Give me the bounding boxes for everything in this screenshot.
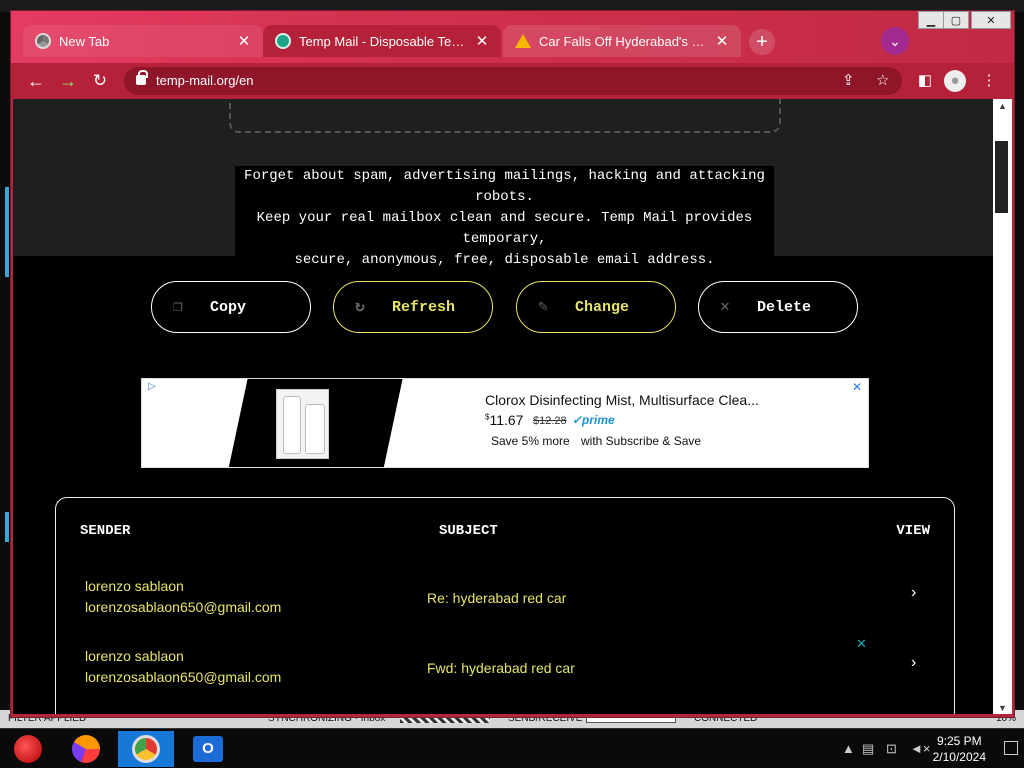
inbox-table: SENDER SUBJECT VIEW lorenzo sablaon lore… [55, 497, 955, 714]
reload-icon[interactable]: ↻ [89, 70, 111, 92]
close-icon[interactable]: ✕ [473, 32, 491, 50]
scroll-up-icon[interactable]: ▲ [998, 101, 1007, 111]
message-row[interactable]: lorenzo sablaon lorenzosablaon650@gmail.… [56, 578, 956, 638]
browser-window: New Tab ✕ Temp Mail - Disposable Tempora… [10, 10, 1015, 718]
more-menu-icon[interactable]: ⋮ [978, 70, 1000, 92]
ad-save-text: Save 5% more [491, 434, 570, 448]
notification-icon[interactable] [1004, 741, 1018, 755]
product-image[interactable] [276, 389, 329, 459]
chrome-icon [35, 33, 51, 49]
page-scrollbar[interactable]: ▲ ▼ [993, 99, 1012, 714]
system-clock[interactable]: 9:25 PM 2/10/2024 [933, 733, 986, 765]
desktop-accent-mark [5, 512, 9, 542]
side-panel-icon[interactable]: ◧ [914, 70, 936, 92]
scroll-down-icon[interactable]: ▼ [998, 703, 1007, 713]
forward-arrow-icon[interactable]: → [57, 70, 79, 92]
bookmark-star-icon[interactable]: ☆ [876, 67, 889, 95]
taskbar-chrome[interactable] [118, 731, 174, 767]
chevron-right-icon[interactable]: › [911, 654, 916, 672]
close-icon[interactable]: ✕ [235, 32, 253, 50]
desktop-accent-mark [5, 187, 9, 277]
delete-button[interactable]: ✕ Delete [698, 281, 858, 333]
tagline-line: Keep your real mailbox clean and secure.… [256, 210, 753, 247]
tray-arrow-icon[interactable]: ▲ [842, 741, 855, 756]
back-arrow-icon[interactable]: ← [25, 70, 47, 92]
url-text: temp-mail.org/en [156, 73, 254, 88]
column-header-view: VIEW [896, 523, 930, 539]
copy-label: Copy [210, 298, 247, 316]
sender-email: lorenzosablaon650@gmail.com [85, 599, 282, 615]
tab-car-falls[interactable]: Car Falls Off Hyderabad's Biodiversity F… [503, 25, 741, 57]
chrome-icon [132, 735, 160, 763]
tray-action-center-icon[interactable]: ▤ [862, 741, 874, 757]
change-button[interactable]: ✎ Change [516, 281, 676, 333]
refresh-label: Refresh [392, 298, 456, 316]
clock-date: 2/10/2024 [932, 750, 986, 764]
sender-name: lorenzo sablaon [85, 578, 184, 594]
sender-email: lorenzosablaon650@gmail.com [85, 669, 282, 685]
profile-avatar-icon[interactable]: ● [944, 70, 966, 92]
ad-close-icon[interactable]: ✕ [852, 380, 862, 394]
chevron-right-icon[interactable]: › [911, 584, 916, 602]
refresh-button[interactable]: ↻ Refresh [333, 281, 493, 333]
prime-badge: ✓prime [572, 413, 615, 427]
start-orb-icon [14, 735, 42, 763]
page-viewport: Forget about spam, advertising mailings,… [13, 99, 993, 714]
hero-section: Forget about spam, advertising mailings,… [13, 99, 993, 271]
share-icon[interactable]: ⇪ [842, 67, 855, 95]
scroll-thumb[interactable] [995, 141, 1008, 213]
firefox-icon [72, 735, 100, 763]
pen-icon: ✎ [538, 298, 548, 316]
new-tab-button[interactable]: + [749, 29, 775, 55]
ad-price: $11.67 [485, 412, 523, 428]
close-window-button[interactable]: ✕ [971, 11, 1011, 29]
tagline-line: Forget about spam, advertising mailings,… [244, 168, 765, 205]
outlook-icon: O [193, 736, 223, 762]
ad-subscribe-text: with Subscribe & Save [581, 434, 702, 448]
maximize-button[interactable]: ▢ [943, 11, 969, 29]
copy-button[interactable]: ❐ Copy [151, 281, 311, 333]
tab-label: Car Falls Off Hyderabad's Biodiversity F… [539, 33, 713, 49]
volume-muted-icon[interactable]: ◄× [910, 741, 930, 756]
column-header-sender: SENDER [80, 523, 131, 539]
sender-name: lorenzo sablaon [85, 648, 184, 664]
ad-title[interactable]: Clorox Disinfecting Mist, Multisurface C… [485, 392, 759, 408]
ad-banner[interactable]: ▷ Clorox Disinfecting Mist, Multisurface… [141, 378, 869, 468]
taskbar-firefox[interactable] [58, 731, 114, 767]
ad-old-price: $12.28 [533, 415, 567, 427]
message-subject[interactable]: Re: hyderabad red car [427, 590, 566, 606]
news-site-icon [515, 34, 531, 48]
delete-x-icon: ✕ [720, 298, 730, 316]
lock-icon [136, 70, 148, 85]
ad-choices-icon[interactable]: ▷ [148, 381, 156, 392]
tab-strip: New Tab ✕ Temp Mail - Disposable Tempora… [11, 11, 1014, 63]
taskbar-outlook[interactable]: O [180, 731, 236, 767]
tab-search-chevron-icon[interactable]: ⌄ [881, 27, 909, 55]
tab-temp-mail[interactable]: Temp Mail - Disposable Temporary Email ✕ [263, 25, 501, 57]
price-value: 11.67 [489, 412, 524, 428]
message-subject[interactable]: Fwd: hyderabad red car [427, 660, 575, 676]
start-button[interactable] [0, 731, 56, 767]
copy-icon: ❐ [173, 298, 183, 316]
refresh-icon: ↻ [355, 298, 365, 316]
tagline-line: secure, anonymous, free, disposable emai… [294, 252, 715, 268]
clock-time: 9:25 PM [936, 734, 982, 748]
close-icon[interactable]: ✕ [713, 32, 731, 50]
column-header-subject: SUBJECT [439, 523, 498, 539]
minimize-button[interactable]: ▁ [918, 11, 944, 29]
change-label: Change [575, 298, 630, 316]
network-icon[interactable]: ⊡ [886, 741, 897, 757]
tagline: Forget about spam, advertising mailings,… [235, 166, 774, 271]
tab-new-tab[interactable]: New Tab ✕ [23, 25, 263, 57]
taskbar: O ▲ ▤ ⊡ ◄× 9:25 PM 2/10/2024 [0, 728, 1024, 768]
delete-label: Delete [757, 298, 812, 316]
address-bar[interactable]: temp-mail.org/en ⇪ ☆ [124, 67, 902, 95]
message-row[interactable]: ✕ lorenzo sablaon lorenzosablaon650@gmai… [56, 636, 956, 708]
temp-mail-icon [275, 33, 291, 49]
tab-label: New Tab [59, 33, 110, 49]
close-icon[interactable]: ✕ [856, 636, 867, 652]
tab-label: Temp Mail - Disposable Temporary Email [299, 33, 473, 49]
email-box-outline [229, 99, 781, 133]
browser-toolbar: ← → ↻ temp-mail.org/en ⇪ ☆ ◧ ● ⋮ [11, 63, 1014, 99]
